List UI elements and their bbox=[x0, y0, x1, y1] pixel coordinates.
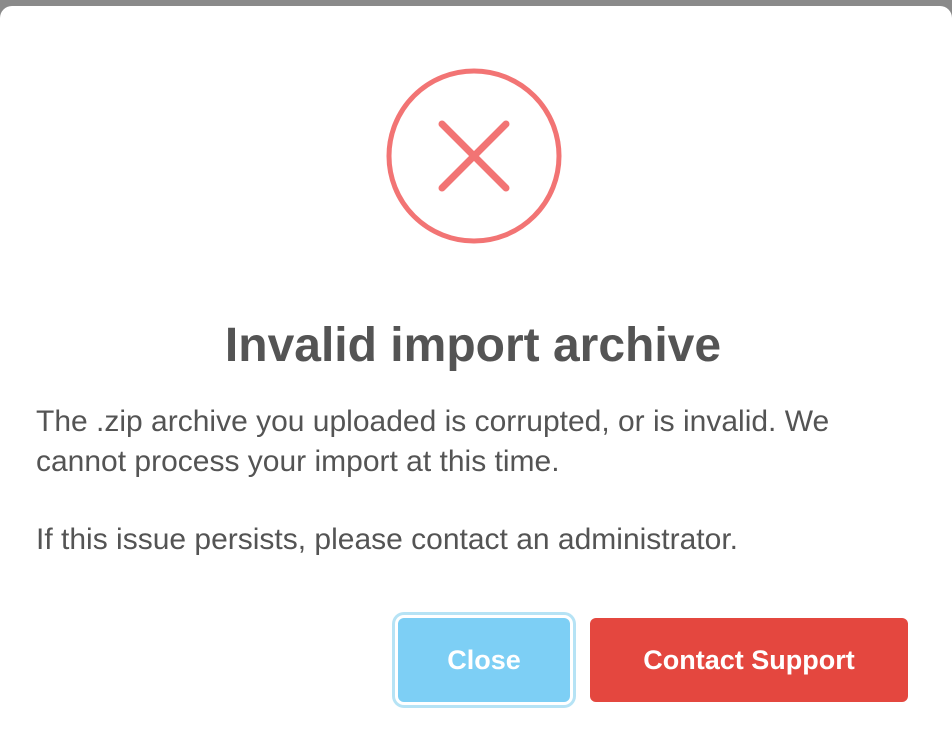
error-dialog: Invalid import archive The .zip archive … bbox=[0, 6, 952, 746]
dialog-message: The .zip archive you uploaded is corrupt… bbox=[36, 402, 916, 560]
error-x-circle-icon bbox=[385, 67, 563, 245]
close-button[interactable]: Close bbox=[398, 618, 570, 702]
dialog-message-text: The .zip archive you uploaded is corrupt… bbox=[36, 405, 830, 478]
contact-support-button[interactable]: Contact Support bbox=[590, 618, 908, 702]
dialog-title: Invalid import archive bbox=[224, 319, 722, 372]
dialog-message-hint: If this issue persists, please contact a… bbox=[36, 523, 738, 556]
